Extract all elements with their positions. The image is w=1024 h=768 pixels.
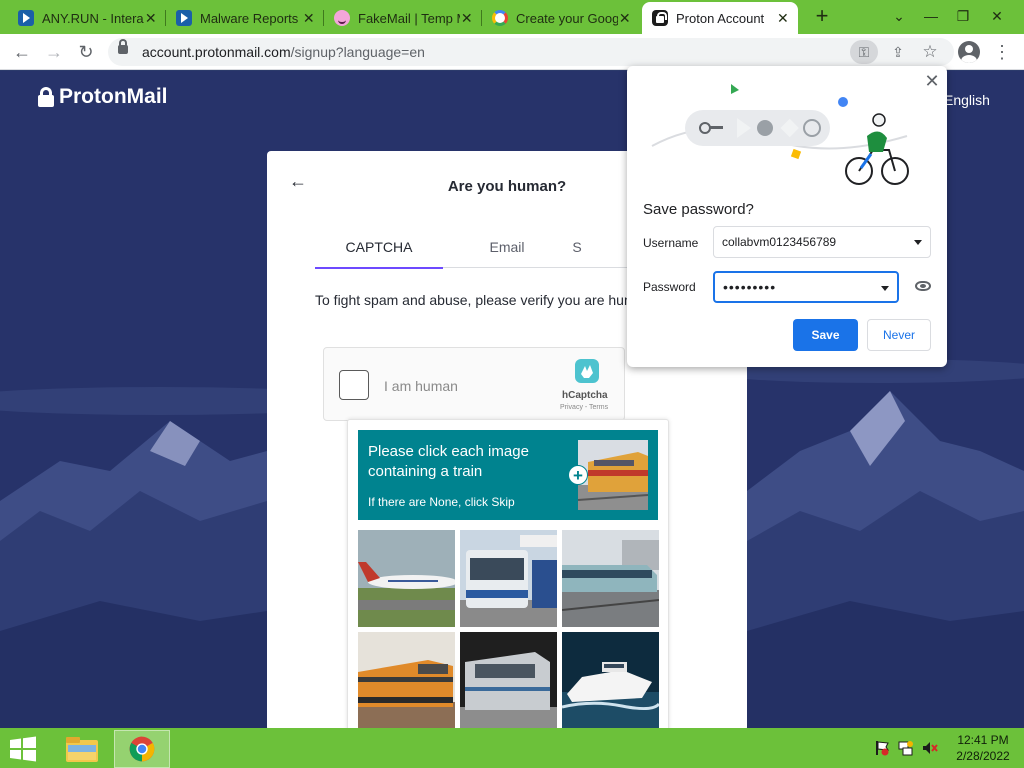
windows-taskbar: 12:41 PM 2/28/2022 (0, 728, 1024, 768)
hcaptcha-brand: hCaptcha (562, 390, 608, 401)
tab-title: Proton Account (676, 10, 765, 26)
close-icon[interactable]: ✕ (618, 10, 633, 27)
tab-malware-reports[interactable]: Malware Reports ✕ (166, 2, 324, 34)
new-tab-button[interactable]: + (808, 4, 836, 30)
dialog-title: Save password? (643, 201, 754, 218)
google-icon (492, 10, 508, 26)
username-label: Username (643, 236, 699, 250)
flag-alert-icon[interactable] (874, 740, 890, 756)
anyrun-icon (176, 10, 192, 26)
back-button[interactable]: ← (8, 38, 36, 66)
file-explorer-icon[interactable] (54, 730, 110, 768)
tab-title: ANY.RUN - Intera (42, 10, 144, 26)
close-icon[interactable]: ✕ (776, 10, 790, 27)
tab-title: Create your Goog (516, 10, 618, 26)
reload-button[interactable]: ↻ (72, 38, 100, 66)
tab-title: FakeMail | Temp M (358, 10, 460, 26)
hcaptcha-logo-icon (575, 359, 599, 383)
challenge-image-bus[interactable] (460, 530, 557, 627)
password-label: Password (643, 280, 696, 294)
fakemail-icon (334, 10, 350, 26)
username-value: collabvm0123456789 (722, 235, 837, 249)
tab-fakemail[interactable]: FakeMail | Temp M ✕ (324, 2, 482, 34)
save-button[interactable]: Save (793, 319, 858, 351)
username-field[interactable]: collabvm0123456789 (713, 226, 931, 258)
tab-captcha[interactable]: CAPTCHA (315, 239, 443, 269)
language-selector[interactable]: English (944, 92, 990, 108)
password-illustration (651, 84, 909, 185)
tab-search-button[interactable]: ⌄ (884, 4, 914, 28)
browser-toolbar: ← → ↻ account.protonmail.com/signup?lang… (0, 34, 1024, 70)
tab-anyrun[interactable]: ANY.RUN - Intera ✕ (8, 2, 166, 34)
close-icon[interactable]: ✕ (144, 10, 159, 27)
hcaptcha-checkbox[interactable] (339, 370, 369, 400)
chevron-down-icon[interactable] (914, 240, 922, 245)
tab-email[interactable]: Email (443, 239, 571, 269)
restore-button[interactable]: ❐ (948, 4, 978, 28)
close-icon[interactable]: ✕ (302, 10, 317, 27)
address-bar[interactable]: account.protonmail.com/signup?language=e… (108, 38, 954, 66)
hcaptcha-widget: I am human hCaptcha Privacy - Terms (323, 347, 625, 421)
tab-proton-account[interactable]: Proton Account ✕ (642, 2, 798, 34)
challenge-prompt: Please click each image containing a tra… (358, 430, 658, 520)
star-icon[interactable]: ☆ (916, 40, 944, 64)
forward-button[interactable]: → (40, 38, 68, 66)
tab-sms[interactable]: S (557, 239, 597, 269)
windows-start-icon[interactable] (8, 736, 38, 762)
expand-example-icon[interactable]: + (568, 465, 588, 485)
challenge-prompt-text: Please click each image containing a tra… (368, 443, 529, 480)
password-field[interactable]: ••••••••• (713, 271, 899, 303)
chevron-down-icon[interactable] (881, 286, 889, 291)
chrome-icon[interactable] (114, 730, 170, 768)
minimize-button[interactable]: — (916, 4, 946, 28)
example-train-image (578, 440, 648, 510)
save-password-dialog: ✕ Save password? Username collabvm012345… (627, 66, 947, 367)
tab-title: Malware Reports (200, 10, 299, 26)
taskbar-clock-date[interactable]: 2/28/2022 (948, 749, 1018, 763)
profile-avatar-icon[interactable] (958, 41, 980, 63)
network-icon[interactable] (898, 740, 914, 756)
never-button[interactable]: Never (867, 319, 931, 351)
challenge-image-train-platform[interactable] (562, 530, 659, 627)
lock-icon[interactable] (118, 39, 128, 54)
verification-instructions: To fight spam and abuse, please verify y… (315, 292, 636, 308)
speaker-muted-icon[interactable] (922, 740, 938, 756)
chrome-menu-button[interactable]: ⋮ (992, 38, 1012, 66)
browser-tab-strip: ANY.RUN - Intera ✕ Malware Reports ✕ Fak… (0, 0, 1024, 34)
challenge-image-airplane[interactable] (358, 530, 455, 627)
url-text[interactable]: account.protonmail.com/signup?language=e… (142, 44, 425, 60)
share-icon[interactable]: ⇪ (884, 40, 912, 64)
brand-name: ProtonMail (59, 85, 168, 108)
challenge-skip-hint: If there are None, click Skip (368, 495, 515, 509)
tab-google-signup[interactable]: Create your Goog ✕ (482, 2, 640, 34)
close-icon[interactable]: ✕ (460, 10, 475, 27)
hcaptcha-checkbox-label: I am human (384, 378, 458, 394)
protonmail-logo[interactable]: ProtonMail (38, 85, 168, 109)
challenge-image-train-orange[interactable] (358, 632, 455, 728)
window-close-button[interactable]: ✕ (982, 4, 1012, 28)
key-icon[interactable]: ⚿ (850, 40, 878, 64)
proton-lock-icon (38, 87, 54, 107)
hcaptcha-terms-link[interactable]: Privacy - Terms (560, 404, 608, 411)
show-password-eye-icon[interactable] (915, 281, 931, 291)
password-value: ••••••••• (723, 279, 777, 295)
proton-lock-icon (652, 10, 668, 26)
close-icon[interactable]: ✕ (923, 71, 941, 92)
taskbar-clock-time[interactable]: 12:41 PM (948, 733, 1018, 747)
captcha-challenge-panel: Please click each image containing a tra… (347, 419, 669, 728)
challenge-image-boat[interactable] (562, 632, 659, 728)
anyrun-icon (18, 10, 34, 26)
challenge-image-train-silver[interactable] (460, 632, 557, 728)
